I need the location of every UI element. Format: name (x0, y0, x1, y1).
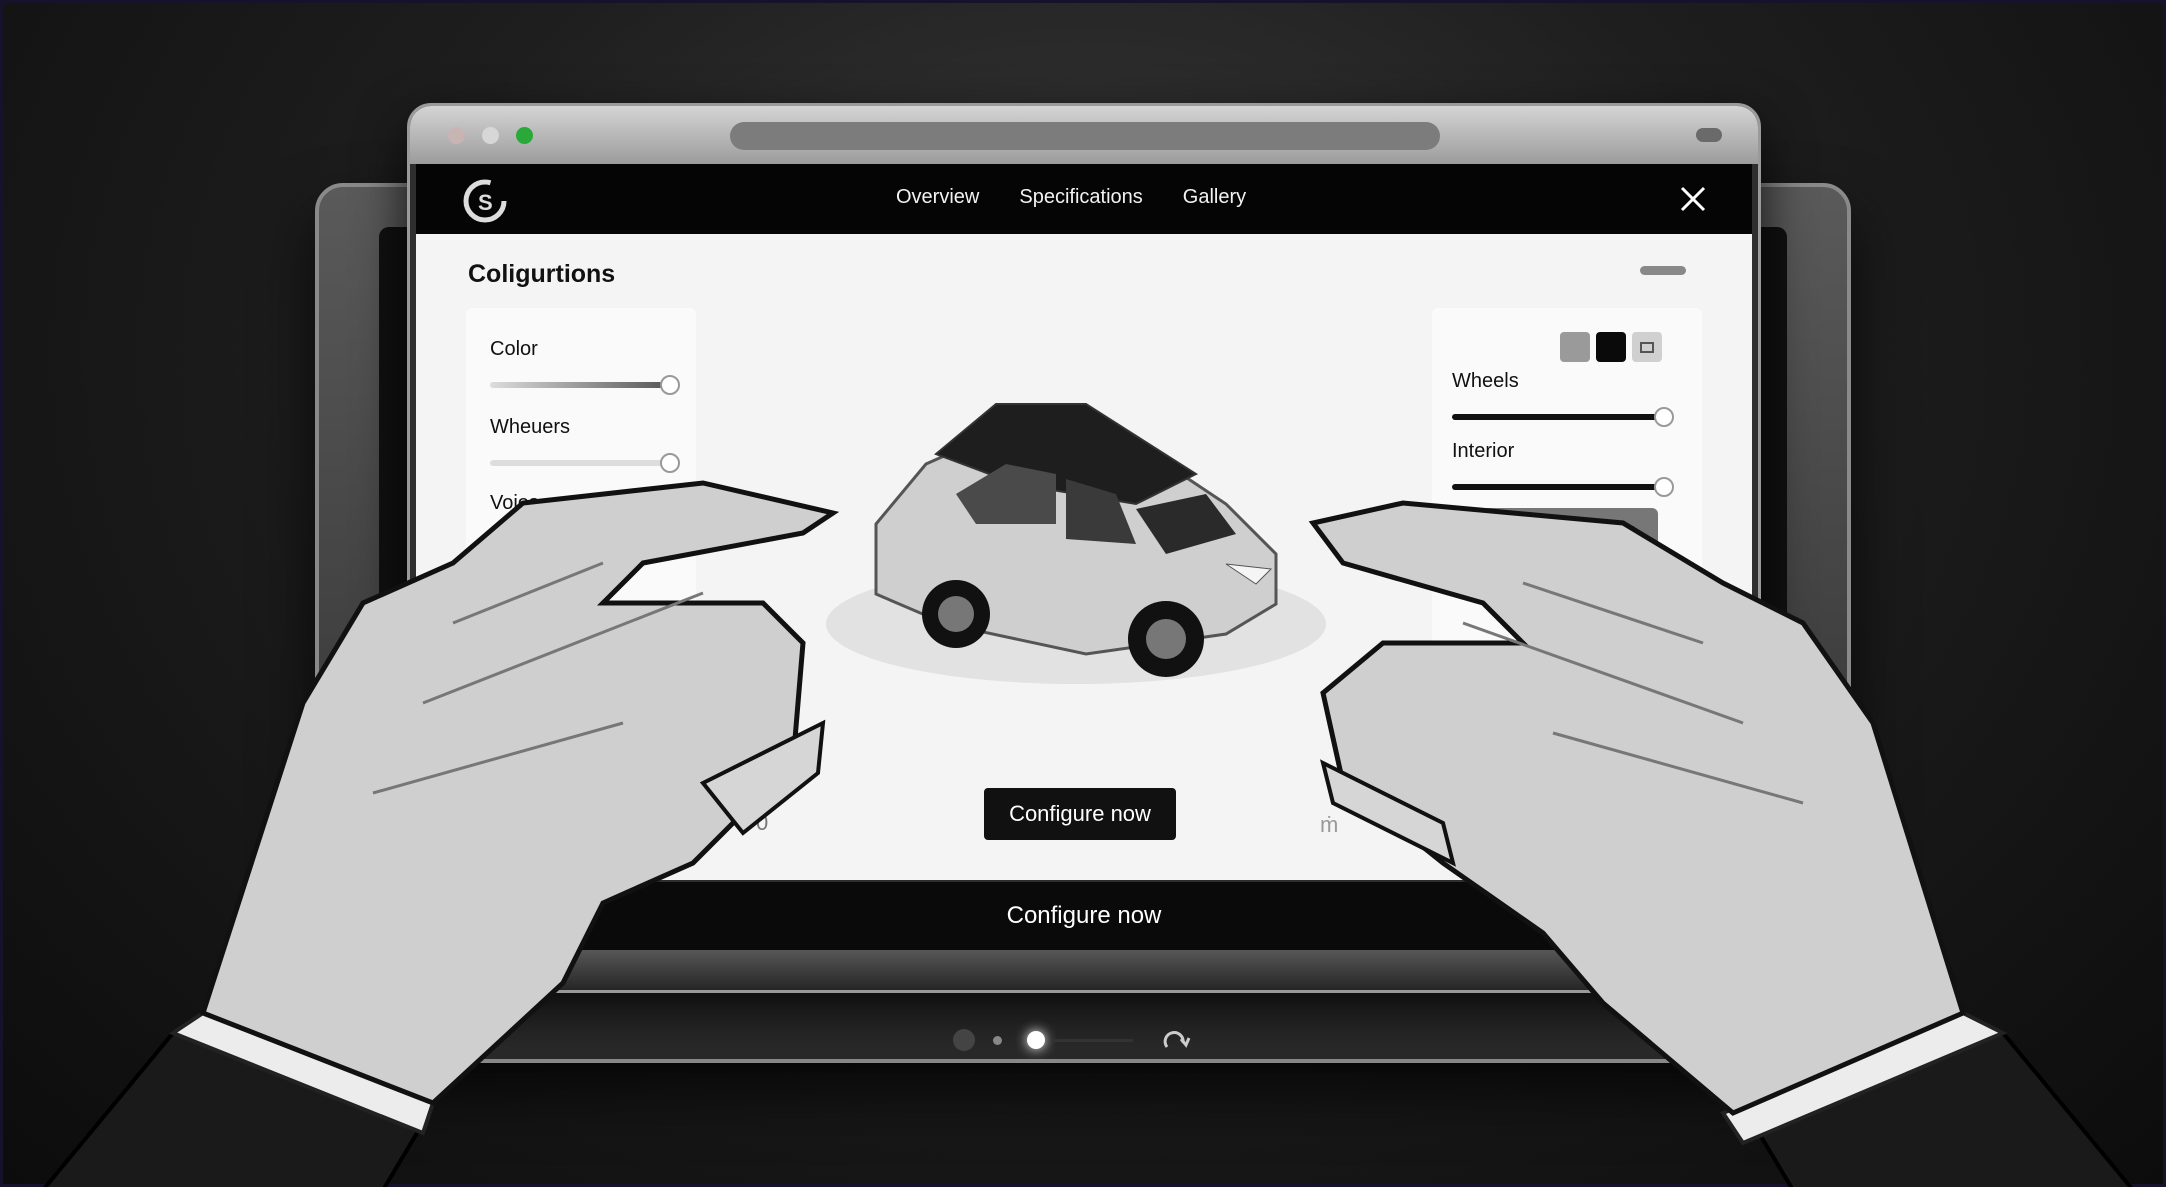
window-minimize-dot[interactable] (482, 127, 499, 144)
faint-label: Ur:k (732, 764, 762, 781)
wheels-slider-knob[interactable] (1654, 407, 1674, 427)
wheels-slider[interactable] (1452, 407, 1674, 427)
nav-overview[interactable]: Overview (896, 186, 979, 209)
dropdown-label: Ops sliderch (1512, 521, 1622, 541)
nav-gallery[interactable]: Gallery (1183, 186, 1246, 209)
swatch-black[interactable] (1596, 332, 1626, 362)
brand-logo-icon[interactable]: S (462, 178, 508, 224)
window-close-dot[interactable] (448, 127, 465, 144)
chevron-down-icon (1616, 526, 1634, 537)
option-label-color: Color (490, 338, 538, 360)
faint-label: U 0 (734, 810, 769, 835)
pager-track (1053, 1039, 1133, 1042)
interior-slider-knob[interactable] (1654, 477, 1674, 497)
address-bar[interactable] (730, 122, 1440, 150)
color-slider-knob[interactable] (660, 375, 680, 395)
window-maximize-dot[interactable] (516, 127, 533, 144)
configure-now-bar[interactable]: Configure now (416, 882, 1752, 950)
browser-titlebar (410, 106, 1758, 164)
right-options-panel: Wheels Interior Ops sliderch (1432, 308, 1702, 788)
refresh-icon[interactable] (1159, 1027, 1193, 1053)
pager-dot-active[interactable] (1027, 1031, 1045, 1049)
page-title: Coligurtions (468, 260, 616, 288)
image-icon (1640, 341, 1654, 353)
option-label-wheuers: Wheuers (490, 416, 571, 438)
browser-window: S Overview Specifications Gallery Coligu… (407, 103, 1761, 993)
options-dropdown[interactable]: Ops sliderch (1472, 508, 1658, 556)
option-label-voios: Voios (490, 492, 539, 514)
panel-handle[interactable] (1640, 266, 1686, 275)
nav-links: Overview Specifications Gallery (896, 186, 1246, 209)
top-navbar: S Overview Specifications Gallery (416, 164, 1752, 234)
car-preview-image[interactable] (756, 294, 1396, 754)
option-label-wheels: Wheels (1452, 370, 1519, 392)
interior-slider[interactable] (1452, 477, 1674, 497)
tablet-bezel (410, 950, 1758, 990)
swatch-image[interactable] (1632, 332, 1662, 362)
configure-now-button[interactable]: Configure now (984, 788, 1176, 840)
swatch-gray[interactable] (1560, 332, 1590, 362)
faint-label: OD (1376, 802, 1400, 819)
faint-label: ṁ (1320, 812, 1339, 837)
svg-text:S: S (478, 190, 493, 215)
wheuers-slider[interactable] (490, 453, 680, 473)
nav-specifications[interactable]: Specifications (1019, 186, 1142, 209)
close-icon[interactable] (1676, 182, 1710, 216)
faint-label: 5 cent (646, 824, 685, 840)
extension-icon[interactable] (1696, 128, 1722, 142)
pager-dot[interactable] (953, 1029, 975, 1051)
page-indicator (953, 1023, 1203, 1053)
color-slider[interactable] (490, 375, 680, 395)
left-options-panel: Color Wheuers Voios (466, 308, 696, 788)
configurator-content: Coligurtions Color Wheuers Voios Wheels … (416, 234, 1752, 880)
pager-dot[interactable] (993, 1036, 1002, 1045)
wheuers-slider-knob[interactable] (660, 453, 680, 473)
option-label-interior: Interior (1452, 440, 1515, 462)
